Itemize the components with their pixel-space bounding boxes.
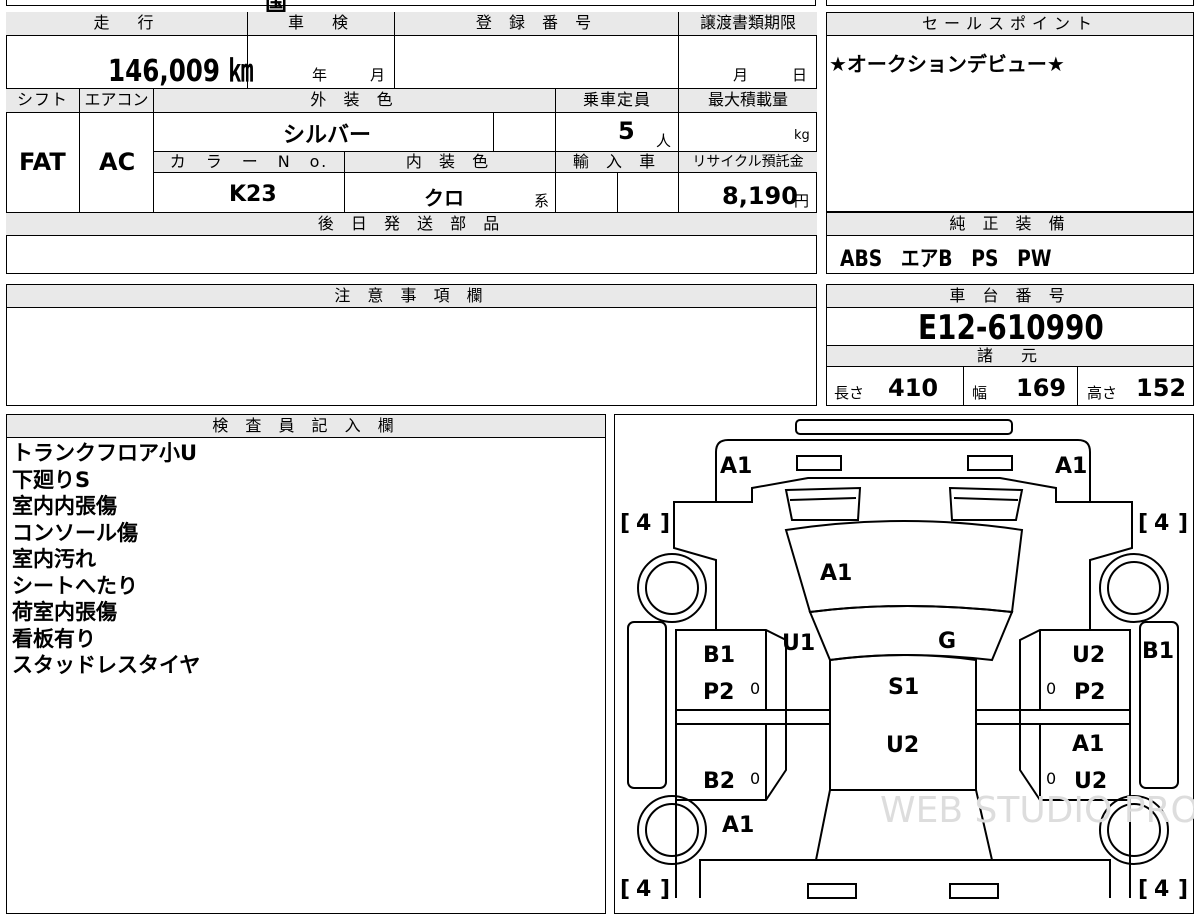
sales-point-box xyxy=(826,12,1194,212)
mileage-header: 走 行 xyxy=(6,12,248,36)
color-no-header: カ ラ ー N o. xyxy=(154,151,345,173)
registration-cell xyxy=(395,36,679,88)
aircon-header: エアコン xyxy=(80,89,154,113)
width-label: 幅 xyxy=(972,384,988,402)
diagram-watermark: WEB STUDIO PRO xyxy=(880,790,1194,831)
specs-header: 諸 元 xyxy=(826,345,1194,367)
genuine-equipment-header: 純 正 装 備 xyxy=(826,212,1194,236)
diagram-label-hood: A1 xyxy=(820,561,852,586)
transfer-day: 日 xyxy=(792,66,808,84)
diagram-label-door-fl-a: B1 xyxy=(703,643,735,668)
max-load-header: 最大積載量 xyxy=(679,89,817,113)
diagram-label-door-fl-b: P2 xyxy=(703,680,734,705)
inspector-line: コンソール傷 xyxy=(12,520,138,545)
import-cell-a xyxy=(556,173,618,212)
chassis-header: 車 台 番 号 xyxy=(826,284,1194,308)
exterior-color-extra-cell xyxy=(494,113,556,151)
diagram-zero-rl: 0 xyxy=(750,769,760,788)
inspector-line: 室内内張傷 xyxy=(12,494,117,518)
tire-fl-bracket-close: ] xyxy=(660,511,670,536)
diagram-tire-fl: 4 xyxy=(636,511,651,536)
import-cell-b xyxy=(618,173,679,212)
capacity-unit: 人 xyxy=(656,132,672,150)
inspector-line: トランクフロア小U xyxy=(12,441,198,465)
sales-point-text: ★オークションデビュー★ xyxy=(829,52,1065,76)
diagram-zero-fr: 0 xyxy=(1046,679,1056,698)
tire-fr-bracket-close: ] xyxy=(1178,511,1188,536)
inspector-line: 荷室内張傷 xyxy=(12,600,117,624)
shaken-month: 月 xyxy=(370,66,386,84)
inspector-line: シートへたり xyxy=(12,573,138,598)
diagram-label-door-rr-a: A1 xyxy=(1072,732,1104,757)
diagram-label-rear-left: A1 xyxy=(722,813,754,838)
tire-rl-bracket: [ xyxy=(620,877,630,900)
chassis-value: E12-610990 xyxy=(918,308,1104,348)
length-value: 410 xyxy=(888,374,939,402)
diagram-tire-fr: 4 xyxy=(1154,511,1169,536)
recycle-value: 8,190 xyxy=(722,182,798,210)
shaken-year: 年 xyxy=(312,66,328,84)
diagram-label-front-right: A1 xyxy=(1055,454,1087,479)
inspector-line: スタッドレスタイヤ xyxy=(12,653,201,677)
diagram-zero-rr: 0 xyxy=(1046,769,1056,788)
max-load-unit: kg xyxy=(794,128,810,143)
vehicle-diagram: WEB STUDIO PRO A1 A1 [ 4 ] [ 4 ] A1 U1 G… xyxy=(620,419,1194,900)
later-parts-header: 後 日 発 送 部 品 xyxy=(6,212,817,236)
diagram-label-door-fr-b: P2 xyxy=(1074,680,1105,705)
inspector-header: 検 査 員 記 入 欄 xyxy=(6,414,606,438)
diagram-label-door-rr-b: U2 xyxy=(1074,769,1107,794)
sales-point-header: セールスポイント xyxy=(826,12,1194,36)
transfer-month: 月 xyxy=(733,66,749,84)
interior-color-value: クロ xyxy=(424,186,464,210)
diagram-label-door-rl: B2 xyxy=(703,769,735,794)
exterior-color-header: 外 装 色 xyxy=(154,89,556,113)
exterior-color-value: シルバー xyxy=(283,123,372,148)
width-value: 169 xyxy=(1016,374,1067,402)
diagram-label-roof: S1 xyxy=(888,675,919,700)
registration-header: 登 録 番 号 xyxy=(395,12,679,36)
interior-color-suffix: 系 xyxy=(534,192,550,210)
height-value: 152 xyxy=(1136,374,1187,402)
aircon-value: AC xyxy=(99,148,136,176)
height-label: 高さ xyxy=(1087,384,1118,402)
diagram-tire-rr: 4 xyxy=(1154,877,1169,900)
recycle-unit: 円 xyxy=(794,192,810,210)
top-strip xyxy=(6,0,816,6)
shift-value: FAT xyxy=(19,148,66,176)
color-no-value: K23 xyxy=(229,182,277,207)
import-header: 輸 入 車 xyxy=(556,151,679,173)
transfer-header: 譲渡書類期限 xyxy=(679,12,817,36)
top-strip-right xyxy=(826,0,1194,6)
shift-header: シフト xyxy=(6,89,80,113)
tire-rr-bracket: [ xyxy=(1138,877,1148,900)
capacity-header: 乗車定員 xyxy=(556,89,679,113)
mileage-value: 146,009 ㎞ xyxy=(108,54,254,89)
inspector-line: 下廻りS xyxy=(12,467,91,492)
diagram-label-side-right: B1 xyxy=(1142,639,1174,664)
diagram-tire-rl: 4 xyxy=(636,877,651,900)
length-label: 長さ xyxy=(834,384,865,402)
tire-rl-bracket-close: ] xyxy=(660,877,670,900)
inspector-line: 看板有り xyxy=(12,626,96,651)
notes-header: 注 意 事 項 欄 xyxy=(6,284,817,308)
diagram-label-roof-rear: U2 xyxy=(886,733,919,758)
diagram-label-front-left: A1 xyxy=(720,454,752,479)
shaken-header: 車 検 xyxy=(248,12,395,36)
capacity-value: 5 xyxy=(618,117,635,145)
inspector-line: 室内汚れ xyxy=(12,547,96,571)
genuine-equipment-value: ABS エアB PS PW xyxy=(840,247,1052,272)
inspector-notes: トランクフロア小U 下廻りS 室内内張傷 コンソール傷 室内汚れ シートへたり … xyxy=(12,440,200,679)
tire-fr-bracket: [ xyxy=(1138,511,1148,536)
interior-color-header: 内 装 色 xyxy=(345,151,556,173)
tire-fl-bracket: [ xyxy=(620,511,630,536)
diagram-zero-fl: 0 xyxy=(750,679,760,698)
diagram-label-fender-right: G xyxy=(938,629,956,654)
diagram-label-door-fr-a: U2 xyxy=(1072,643,1105,668)
recycle-header: リサイクル預託金 xyxy=(679,151,817,173)
diagram-label-fender-left: U1 xyxy=(782,631,815,656)
tire-rr-bracket-close: ] xyxy=(1178,877,1188,900)
